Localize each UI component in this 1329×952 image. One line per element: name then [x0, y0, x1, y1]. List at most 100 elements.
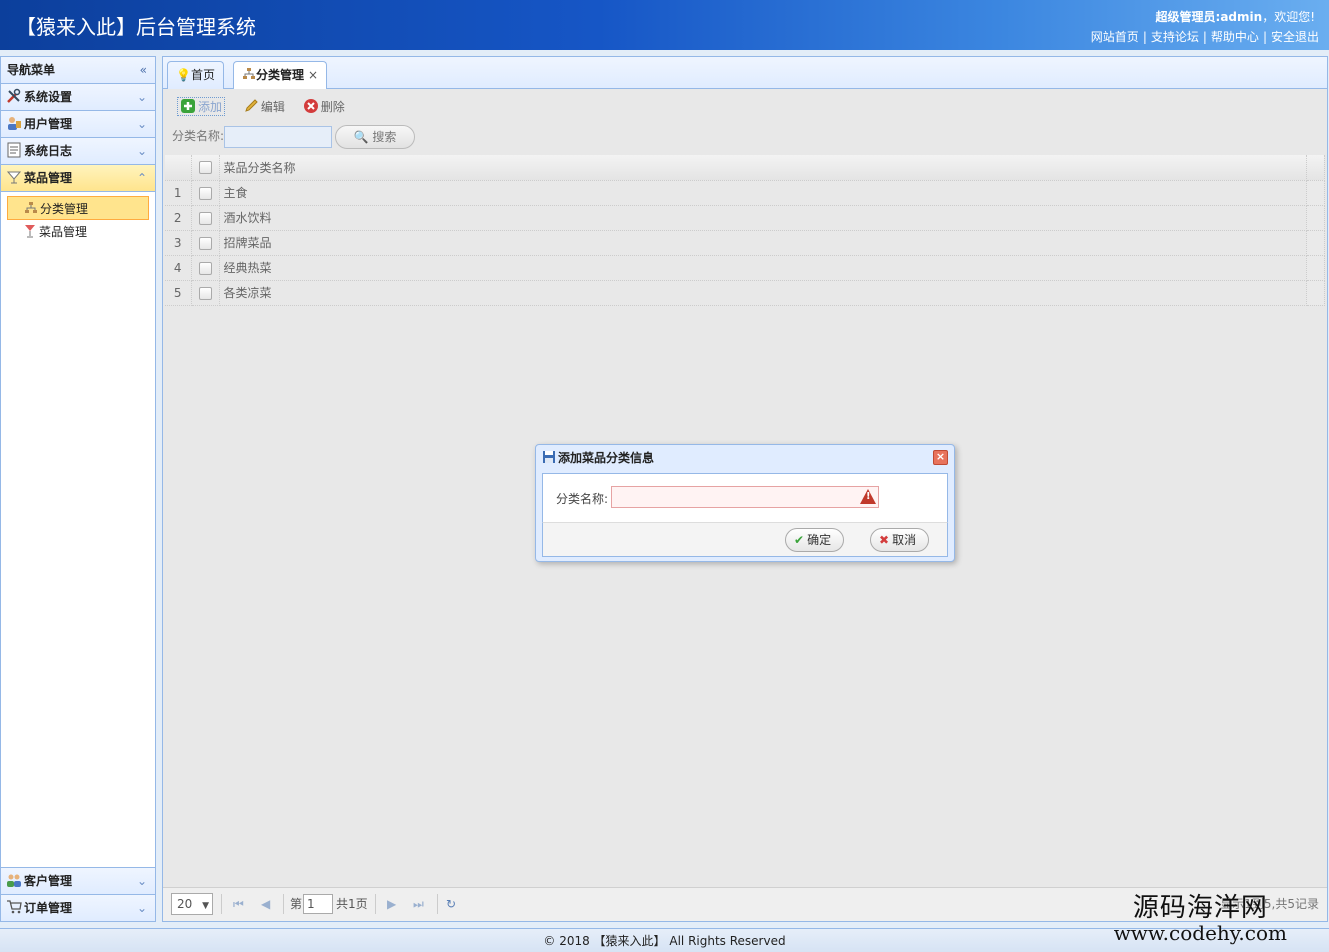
- nav-item-category-management[interactable]: 分类管理: [7, 196, 149, 220]
- nav-section-label: 系统日志: [24, 144, 73, 158]
- row-number: 4: [165, 255, 192, 281]
- nav-section-order-management[interactable]: 订单管理 ⌄: [1, 894, 155, 921]
- page-prefix: 第: [290, 897, 303, 911]
- pager-separator: [375, 894, 376, 914]
- page-size-value: 20: [177, 897, 193, 911]
- chevron-down-icon: ⌄: [136, 874, 147, 888]
- nav-item-dish-management[interactable]: 菜品管理: [7, 220, 149, 244]
- link-separator: |: [1202, 30, 1207, 44]
- cancel-label: 取消: [892, 533, 917, 547]
- table-row[interactable]: 3 招牌菜品: [165, 230, 1325, 256]
- scrollbar-gutter: [1306, 230, 1325, 256]
- tools-icon: [6, 87, 22, 103]
- row-checkbox[interactable]: [198, 211, 212, 225]
- category-name-cell: 各类凉菜: [219, 280, 1307, 306]
- tab-close-icon[interactable]: ×: [308, 68, 318, 82]
- page-number-input[interactable]: 1: [303, 894, 333, 914]
- last-page-icon[interactable]: ⏭: [413, 888, 424, 920]
- row-number: 2: [165, 205, 192, 231]
- row-checkbox[interactable]: [198, 236, 212, 250]
- table-row[interactable]: 5 各类凉菜: [165, 280, 1325, 306]
- table-row[interactable]: 2 酒水饮料: [165, 205, 1325, 231]
- nav-section-customer-management[interactable]: 客户管理 ⌄: [1, 867, 155, 894]
- cancel-icon: ✖: [879, 533, 890, 547]
- add-icon: [180, 98, 196, 114]
- chevron-down-icon: ⌄: [136, 901, 147, 915]
- refresh-icon[interactable]: ↻: [446, 888, 456, 920]
- search-bar: 分类名称: 🔍 搜索: [163, 123, 1327, 153]
- app-title: 【猿来入此】后台管理系统: [16, 15, 256, 39]
- scrollbar-gutter: [1306, 280, 1325, 306]
- nav-section-user-management[interactable]: 用户管理 ⌄: [1, 111, 155, 138]
- tab-home[interactable]: 💡首页: [167, 61, 224, 89]
- page-size-select[interactable]: 20 ▼: [171, 893, 213, 915]
- tab-label: 分类管理: [256, 68, 305, 82]
- pager-separator: [221, 894, 222, 914]
- users-icon: [6, 114, 22, 130]
- search-button[interactable]: 🔍 搜索: [335, 124, 416, 149]
- table-row[interactable]: 4 经典热菜: [165, 255, 1325, 281]
- dialog-title-bar[interactable]: 添加菜品分类信息 ×: [536, 445, 954, 471]
- row-checkbox[interactable]: [198, 261, 212, 275]
- nav-header: 导航菜单 «: [1, 57, 155, 84]
- next-page-icon[interactable]: ▶: [387, 888, 396, 920]
- link-forum[interactable]: 支持论坛: [1151, 30, 1199, 44]
- watermark: 源码海洋网 www.codehy.com: [1114, 894, 1287, 944]
- dialog-title: 添加菜品分类信息: [558, 451, 655, 465]
- nav-section-dish-management[interactable]: 菜品管理 ⌃: [1, 165, 155, 192]
- confirm-button[interactable]: ✔ 确定: [785, 528, 845, 552]
- search-icon: 🔍: [353, 129, 369, 144]
- category-name-field[interactable]: [611, 486, 879, 508]
- tab-label: 首页: [190, 68, 215, 82]
- category-name-cell: 主食: [219, 180, 1307, 206]
- table-row[interactable]: 1 主食: [165, 180, 1325, 206]
- row-checkbox-cell: [191, 230, 220, 256]
- prev-page-icon[interactable]: ◀: [261, 888, 270, 920]
- nav-section-system-settings[interactable]: 系统设置 ⌄: [1, 84, 155, 111]
- tab-category-management[interactable]: 分类管理 ×: [233, 61, 328, 90]
- row-checkbox[interactable]: [198, 286, 212, 300]
- add-label: 添加: [198, 100, 223, 114]
- chevron-down-icon: ⌄: [136, 144, 147, 158]
- add-button[interactable]: 添加: [177, 97, 226, 116]
- edit-button[interactable]: 编辑: [243, 98, 285, 115]
- nav-section-label: 客户管理: [24, 874, 73, 888]
- nav-section-label: 用户管理: [24, 117, 73, 131]
- add-category-dialog: 添加菜品分类信息 × 分类名称: ✔确定 ✖取消: [535, 444, 955, 562]
- chevron-up-icon: ⌃: [136, 171, 147, 185]
- dialog-close-button[interactable]: ×: [933, 450, 948, 465]
- delete-button[interactable]: 删除: [303, 98, 345, 115]
- category-name-search-input[interactable]: [224, 125, 333, 148]
- nav-item-label: 分类管理: [40, 202, 89, 216]
- row-number: 3: [165, 230, 192, 256]
- category-name-label: 分类名称:: [556, 492, 609, 506]
- category-icon: [242, 68, 256, 82]
- search-label: 分类名称:: [172, 129, 225, 143]
- link-site-home[interactable]: 网站首页: [1091, 30, 1139, 44]
- scrollbar-gutter: [1306, 155, 1325, 181]
- link-help[interactable]: 帮助中心: [1211, 30, 1259, 44]
- dropdown-arrow-icon: ▼: [202, 901, 210, 911]
- column-header-category-name[interactable]: 菜品分类名称: [219, 155, 1307, 181]
- chevron-down-icon: ⌄: [136, 90, 147, 104]
- row-checkbox-cell: [191, 280, 220, 306]
- row-checkbox[interactable]: [198, 186, 212, 200]
- toolbar: 添加 编辑 删除: [163, 89, 1327, 123]
- cancel-button[interactable]: ✖ 取消: [870, 528, 930, 552]
- collapse-left-icon[interactable]: «: [140, 57, 147, 84]
- link-logout[interactable]: 安全退出: [1271, 30, 1319, 44]
- category-name-cell: 酒水饮料: [219, 205, 1307, 231]
- dish-submenu: 分类管理 菜品管理: [1, 192, 155, 248]
- row-checkbox-cell: [191, 180, 220, 206]
- nav-section-system-log[interactable]: 系统日志 ⌄: [1, 138, 155, 165]
- nav-section-label: 菜品管理: [24, 171, 73, 185]
- nav-panel: 导航菜单 « 系统设置 ⌄ 用户管理 ⌄ 系统日志 ⌄ 菜品管理 ⌃ 分类管理 …: [0, 56, 156, 922]
- nav-section-label: 订单管理: [24, 901, 73, 915]
- check-icon: ✔: [794, 533, 805, 547]
- select-all-checkbox[interactable]: [198, 161, 212, 175]
- scrollbar-gutter: [1306, 205, 1325, 231]
- row-number: 1: [165, 180, 192, 206]
- first-page-icon[interactable]: ⏮: [233, 888, 244, 920]
- pencil-icon: [243, 98, 259, 114]
- chevron-down-icon: ⌄: [136, 117, 147, 131]
